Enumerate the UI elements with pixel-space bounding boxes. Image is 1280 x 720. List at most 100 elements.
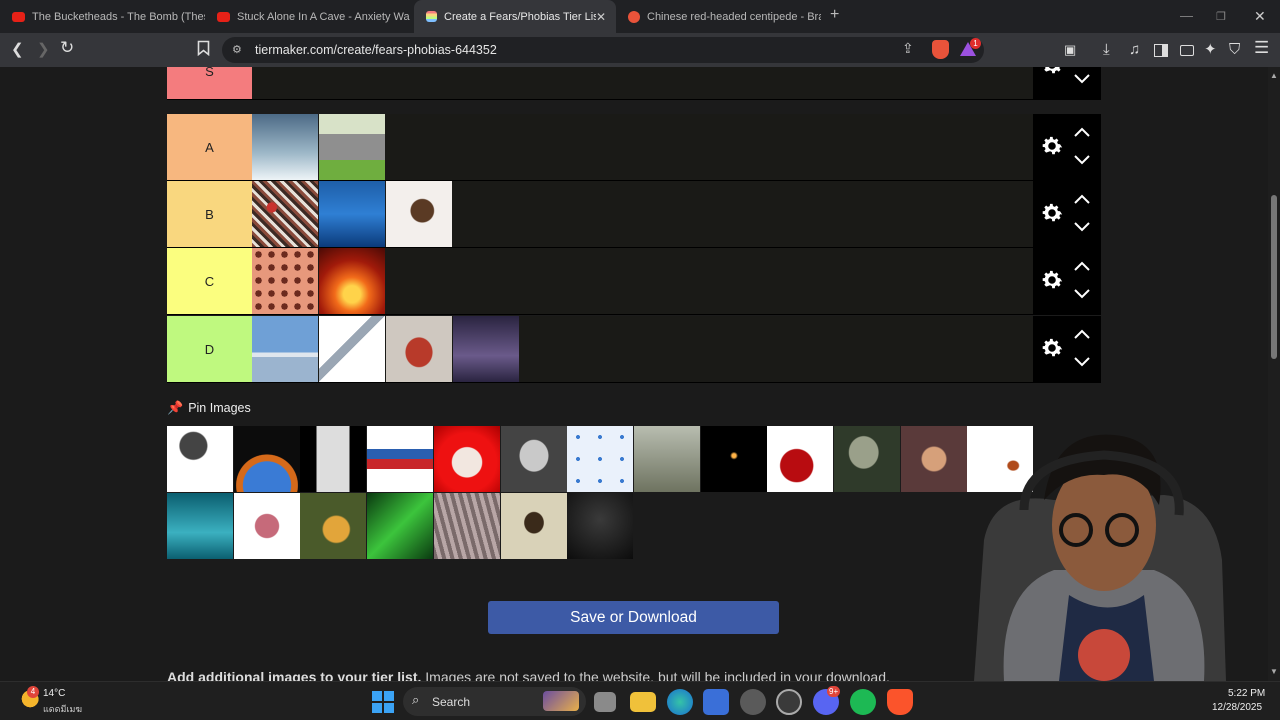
move-up-icon[interactable] <box>1071 260 1093 274</box>
share-icon[interactable]: ⇪ <box>902 40 914 57</box>
taskbar-search[interactable]: ⌕ Search <box>403 687 586 716</box>
add-images-bold: Add additional images to your tier list. <box>167 669 422 681</box>
brave-icon[interactable] <box>887 689 913 715</box>
site-info-icon[interactable]: ⚙ <box>232 43 242 56</box>
move-down-icon[interactable] <box>1071 71 1093 85</box>
pool-image-knotted-rope[interactable] <box>367 426 434 492</box>
youtube-icon <box>12 11 25 22</box>
pool-image-worm[interactable] <box>233 493 300 559</box>
pool-image-scorpion[interactable] <box>500 493 567 559</box>
tier-image-tarantula[interactable] <box>386 181 452 247</box>
save-or-download-button[interactable]: Save or Download <box>488 601 779 634</box>
tier-image-gravestone[interactable] <box>319 114 385 180</box>
tier-image-shark[interactable] <box>252 114 318 180</box>
pool-image-alien[interactable] <box>834 426 900 492</box>
pool-image-clown[interactable] <box>433 426 500 492</box>
pool-image-height-view[interactable] <box>633 426 700 492</box>
pool-image-green-snake[interactable] <box>367 493 434 559</box>
tier-image-crowd[interactable] <box>252 181 318 247</box>
tier-image-lightning[interactable] <box>453 316 519 382</box>
edge-icon[interactable] <box>667 689 693 715</box>
tab-title: Create a Fears/Phobias Tier List <box>444 10 596 23</box>
tier-image-puppet[interactable] <box>386 316 452 382</box>
store-icon[interactable] <box>703 689 729 715</box>
pool-image-man-portrait[interactable] <box>500 426 567 492</box>
tier-label-c[interactable]: C <box>167 248 252 314</box>
forward-icon[interactable]: ❯ <box>37 41 50 59</box>
start-button[interactable] <box>370 689 396 715</box>
sidebar-icon[interactable] <box>1154 44 1168 57</box>
pin-images-header: 📌 Pin Images <box>167 400 251 416</box>
discord-badge: 9+ <box>827 686 841 697</box>
pool-image-blood[interactable] <box>767 426 834 492</box>
tier-label-d[interactable]: D <box>167 316 252 382</box>
new-tab-icon[interactable]: + <box>830 6 839 24</box>
page-scrollbar[interactable]: ▲ ▼ <box>1268 67 1280 681</box>
obs-studio-icon[interactable] <box>776 689 802 715</box>
pin-images-label: Pin Images <box>188 401 251 415</box>
media-icon[interactable]: ♫ <box>1129 41 1140 59</box>
settings-gear-icon[interactable] <box>1039 335 1065 361</box>
pool-image-scared-girl[interactable] <box>900 426 967 492</box>
settings-gear-icon[interactable] <box>1039 267 1065 293</box>
reload-icon[interactable]: ↻ <box>60 39 74 57</box>
brave-shields-icon[interactable] <box>932 40 949 59</box>
scrollbar-thumb[interactable] <box>1271 195 1277 359</box>
pool-image-window-silhouette[interactable] <box>300 426 367 492</box>
spotify-icon[interactable] <box>850 689 876 715</box>
move-up-icon[interactable] <box>1071 193 1093 207</box>
close-window-icon[interactable]: ✕ <box>1254 8 1266 25</box>
restore-icon[interactable]: ❐ <box>1216 10 1226 23</box>
tier-image-holes-trypophobia[interactable] <box>252 248 318 314</box>
move-up-icon[interactable] <box>1071 328 1093 342</box>
move-down-icon[interactable] <box>1071 219 1093 233</box>
tier-controls <box>1033 114 1101 181</box>
settings-gear-icon[interactable] <box>1039 67 1065 78</box>
tab-title: Stuck Alone In A Cave - Anxiety Warn <box>237 10 410 23</box>
move-up-icon[interactable] <box>1071 126 1093 140</box>
tab-tiermaker[interactable]: Create a Fears/Phobias Tier List ✕ <box>414 0 616 33</box>
pool-image-lizard[interactable] <box>300 493 367 559</box>
settings-gear-icon[interactable] <box>1039 133 1065 159</box>
menu-icon[interactable]: ☰ <box>1254 39 1269 57</box>
task-view-icon[interactable] <box>594 692 616 712</box>
tab-centipede[interactable]: Chinese red-headed centipede - Brav <box>616 0 821 33</box>
tier-image-ocean[interactable] <box>319 181 385 247</box>
pool-image-candle-darkness[interactable] <box>700 426 767 492</box>
tier-image-house-fire[interactable] <box>319 248 385 314</box>
wallet-icon[interactable] <box>1180 45 1194 56</box>
pool-image-dark-fog[interactable] <box>567 493 634 559</box>
settings-gear-icon[interactable] <box>1039 200 1065 226</box>
move-down-icon[interactable] <box>1071 152 1093 166</box>
address-bar[interactable]: ⚙ tiermaker.com/create/fears-phobias-644… <box>222 37 984 63</box>
move-down-icon[interactable] <box>1071 354 1093 368</box>
tier-label-a[interactable]: A <box>167 114 252 180</box>
brave-search-icon <box>628 10 640 23</box>
tiermaker-icon <box>426 11 437 22</box>
screenshot-icon[interactable]: ▣ <box>1064 41 1076 59</box>
file-explorer-icon[interactable] <box>630 692 656 712</box>
download-icon[interactable]: ⤓ <box>1103 41 1110 59</box>
browser-toolbar: ❮ ❯ ↻ ⚙ tiermaker.com/create/fears-phobi… <box>0 33 1280 67</box>
scroll-down-icon[interactable]: ▼ <box>1270 667 1278 676</box>
pool-image-microphone[interactable] <box>167 426 233 492</box>
back-icon[interactable]: ❮ <box>11 41 24 59</box>
tier-image-airplane[interactable] <box>252 316 318 382</box>
tier-label-b[interactable]: B <box>167 181 252 247</box>
minimize-icon[interactable]: — <box>1180 8 1193 23</box>
vpn-icon[interactable]: ⛉ <box>1229 41 1240 59</box>
pool-image-virus[interactable] <box>567 426 634 492</box>
move-down-icon[interactable] <box>1071 286 1093 300</box>
pool-image-asteroid-earth[interactable] <box>233 426 300 492</box>
tier-image-syringe[interactable] <box>319 316 385 382</box>
obs-icon[interactable] <box>740 689 766 715</box>
pool-image-sea-creature[interactable] <box>167 493 233 559</box>
tier-label-s[interactable]: S <box>167 67 252 99</box>
scroll-up-icon[interactable]: ▲ <box>1270 71 1278 80</box>
leo-ai-icon[interactable]: ✦ <box>1204 41 1217 59</box>
pool-image-centipede[interactable] <box>433 493 500 559</box>
bookmark-icon[interactable] <box>197 40 210 61</box>
close-tab-icon[interactable]: ✕ <box>596 10 606 24</box>
tab-bucketheads[interactable]: The Bucketheads - The Bomb (These <box>0 0 205 33</box>
tab-stuck-alone[interactable]: Stuck Alone In A Cave - Anxiety Warn <box>205 0 410 33</box>
